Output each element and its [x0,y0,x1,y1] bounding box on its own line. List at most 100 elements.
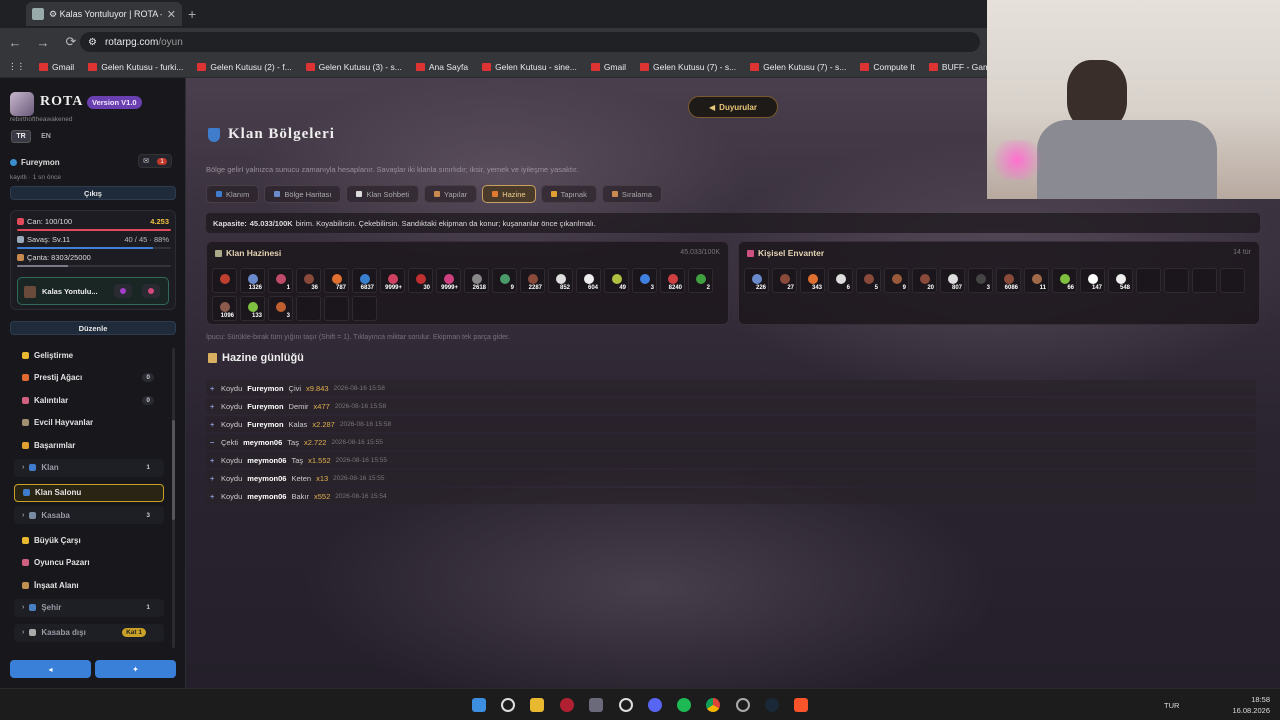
sidebar-item-kasaba[interactable]: › Kasaba 3 [14,506,164,524]
bookmark-item[interactable]: Gelen Kutusu (2) - f... [197,62,292,72]
brave-icon[interactable] [794,698,808,712]
sidebar-scrollbar[interactable] [172,348,175,648]
item-slot[interactable]: 9999+ [436,268,461,293]
edit-button[interactable]: Düzenle [10,321,176,335]
item-slot[interactable]: 147 [1080,268,1105,293]
app-icon[interactable] [560,698,574,712]
empty-slot[interactable] [1192,268,1217,293]
item-slot[interactable]: 49 [604,268,629,293]
search-icon[interactable] [501,698,515,712]
sidebar-item-oyuncu-pazar-[interactable]: Oyuncu Pazarı [14,554,164,572]
bookmark-item[interactable]: Gelen Kutusu - sine... [482,62,577,72]
address-bar[interactable]: ⚙ rotarpg.com/oyun [80,32,980,52]
chrome-icon[interactable] [706,698,720,712]
sidebar-item-klan[interactable]: › Klan 1 [14,458,164,477]
item-slot[interactable] [212,268,237,293]
tab-klan-sohbeti[interactable]: Klan Sohbeti [346,185,419,203]
item-slot[interactable]: 6086 [996,268,1021,293]
tab-s-ralama[interactable]: Sıralama [601,185,662,203]
tab-b-lge-haritas-[interactable]: Bölge Haritası [264,185,342,203]
sidebar-item-evcil-hayvanlar[interactable]: Evcil Hayvanlar [14,414,164,432]
lang-tr-button[interactable]: TR [11,130,31,143]
item-slot[interactable]: 807 [940,268,965,293]
tab-hazine[interactable]: Hazine [482,185,536,203]
item-slot[interactable]: 9 [492,268,517,293]
sound-button[interactable]: ◂ [10,660,91,678]
sidebar-item-ba-ar-mlar[interactable]: Başarımlar [14,436,164,454]
file-explorer-icon[interactable] [530,698,544,712]
item-slot[interactable]: 548 [1108,268,1133,293]
item-slot[interactable]: 6 [828,268,853,293]
site-info-icon[interactable]: ⚙ [88,37,97,48]
item-slot[interactable]: 3 [632,268,657,293]
empty-slot[interactable] [352,296,377,321]
item-slot[interactable]: 2287 [520,268,545,293]
empty-slot[interactable] [1136,268,1161,293]
sidebar-item-i-n-aat-alan-[interactable]: İnşaat Alanı [14,576,164,594]
item-slot[interactable]: 787 [324,268,349,293]
item-slot[interactable]: 9999+ [380,268,405,293]
discord-icon[interactable] [648,698,662,712]
tab-tap-nak[interactable]: Tapınak [540,185,597,203]
task-stop-button[interactable] [142,284,160,298]
store-icon[interactable] [589,698,603,712]
lang-en-button[interactable]: EN [36,130,56,143]
sidebar-item-b-y-k-ar-[interactable]: Büyük Çarşı [14,531,164,549]
spotify-icon[interactable] [677,698,691,712]
item-slot[interactable]: 11 [1024,268,1049,293]
sidebar-item-geli-tirme[interactable]: Geliştirme [14,346,164,364]
close-tab-icon[interactable]: ✕ [167,8,176,21]
item-slot[interactable]: 343 [800,268,825,293]
item-slot[interactable]: 27 [772,268,797,293]
forward-icon[interactable]: → [36,35,50,50]
item-slot[interactable]: 2 [688,268,713,293]
active-task[interactable]: Kalas Yontulu... [17,277,169,305]
bookmark-item[interactable]: Gelen Kutusu - furki... [88,62,183,72]
item-slot[interactable]: 604 [576,268,601,293]
item-slot[interactable]: 30 [408,268,433,293]
item-slot[interactable]: 9 [884,268,909,293]
item-slot[interactable]: 66 [1052,268,1077,293]
app2-icon[interactable] [736,698,750,712]
item-slot[interactable]: 1 [268,268,293,293]
steam-icon[interactable] [765,698,779,712]
item-slot[interactable]: 1096 [212,296,237,321]
new-tab-icon[interactable]: + [188,6,196,22]
tab-klan-m[interactable]: Klanım [206,185,260,203]
sidebar-item--ehir[interactable]: › Şehir 1 [14,598,164,617]
bookmark-item[interactable]: Ana Sayfa [415,62,468,72]
bookmark-item[interactable]: Gelen Kutusu (7) - s... [640,62,736,72]
settings-button[interactable]: ✦ [95,660,176,678]
item-slot[interactable]: 36 [296,268,321,293]
bookmark-item[interactable]: Gelen Kutusu (3) - s... [305,62,402,72]
item-slot[interactable]: 133 [240,296,265,321]
empty-slot[interactable] [324,296,349,321]
item-slot[interactable]: 2618 [464,268,489,293]
sidebar-item-kasaba-d-[interactable]: › Kasaba dışı Kat 1 [14,623,164,642]
item-slot[interactable]: 226 [744,268,769,293]
back-icon[interactable]: ← [8,35,22,50]
empty-slot[interactable] [296,296,321,321]
keyboard-language[interactable]: TUR [1164,701,1179,710]
steam-vr-icon[interactable] [619,698,633,712]
bookmark-item[interactable]: Compute It [860,62,915,72]
announcements-button[interactable]: ◀ Duyurular [688,96,778,118]
sidebar-item-prestij-a-ac-[interactable]: Prestij Ağacı 0 [14,369,164,387]
mail-button[interactable]: ✉ 1 [138,154,172,168]
item-slot[interactable]: 1326 [240,268,265,293]
clock[interactable]: 18:58 16.08.2026 [1232,694,1270,716]
task-action-button[interactable] [114,284,132,298]
item-slot[interactable]: 8240 [660,268,685,293]
item-slot[interactable]: 5 [856,268,881,293]
empty-slot[interactable] [1164,268,1189,293]
sidebar-item-kal-nt-lar[interactable]: Kalıntılar 0 [14,391,164,409]
scrollbar-thumb[interactable] [172,420,175,520]
item-slot[interactable]: 3 [968,268,993,293]
sidebar-item-klan-salonu[interactable]: Klan Salonu [14,483,164,502]
logout-button[interactable]: Çıkış [10,186,176,200]
empty-slot[interactable] [1220,268,1245,293]
windows-start-icon[interactable] [472,698,486,712]
bookmark-item[interactable]: Gmail [590,62,626,72]
bookmark-item[interactable]: Gmail [39,62,74,72]
item-slot[interactable]: 3 [268,296,293,321]
